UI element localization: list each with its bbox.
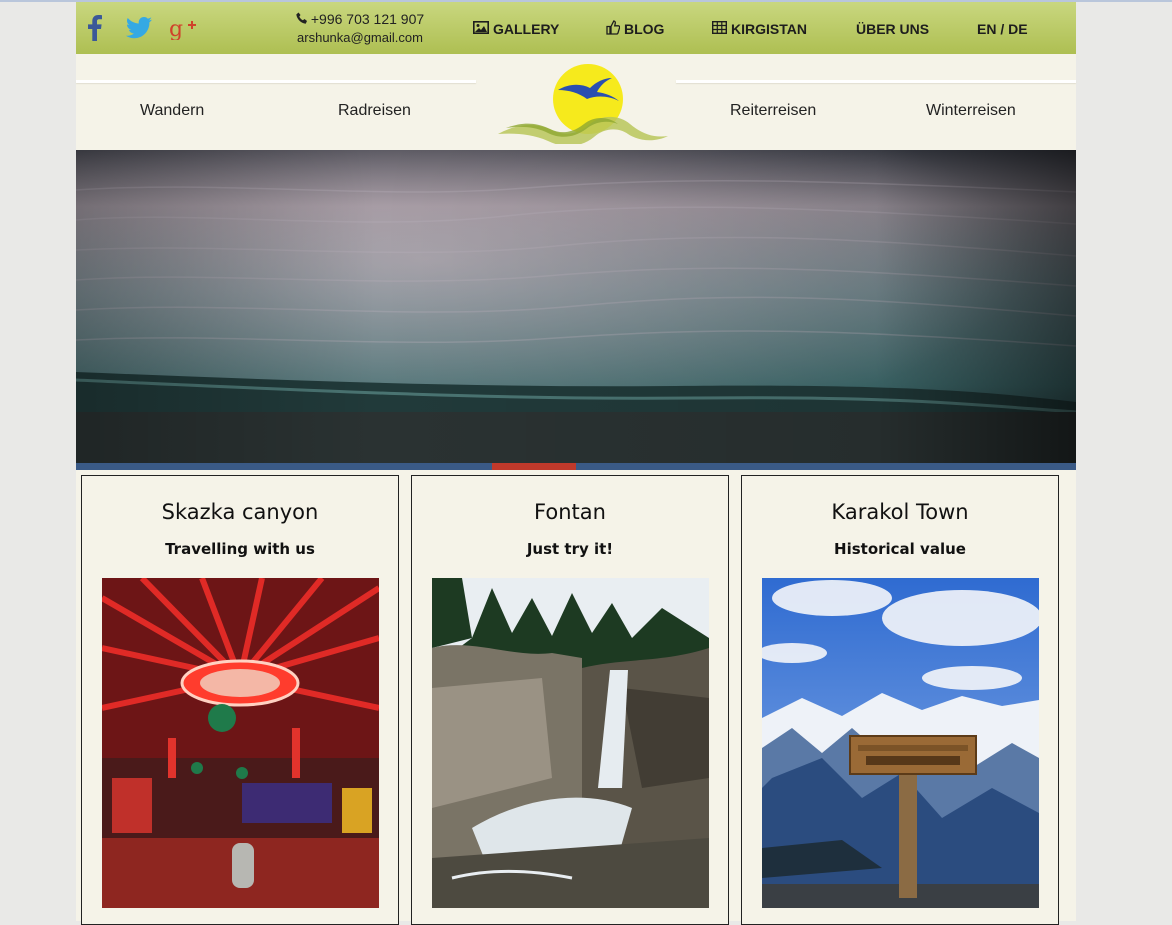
menu-wandern[interactable]: Wandern [140,102,204,124]
nav-gallery[interactable]: GALLERY [473,19,559,39]
menu-radreisen[interactable]: Radreisen [338,102,411,124]
menu-reiterreisen[interactable]: Reiterreisen [730,102,816,124]
phone-icon [296,11,308,29]
nav-gallery-label: GALLERY [493,21,560,37]
email-address: arshunka@gmail.com [297,30,423,45]
yurt-interior-photo[interactable] [102,578,379,908]
facebook-icon[interactable] [84,14,106,42]
card-skazka-canyon[interactable]: Skazka canyon Travelling with us [81,475,399,925]
card-title: Fontan [534,500,606,524]
phone-number: +996 703 121 907 [310,11,425,27]
slider-progress-bar [76,463,1076,470]
card-subtitle: Just try it! [526,540,614,558]
nav-blog[interactable]: BLOG [606,19,664,39]
nav-kirgistan-label: KIRGISTAN [731,21,807,37]
card-title: Karakol Town [831,500,969,524]
card-karakol-town[interactable]: Karakol Town Historical value [741,475,1059,925]
top-bar: g +996 703 121 907 arshunka@gmail.com GA… [76,2,1076,54]
nav-kirgistan[interactable]: KIRGISTAN [711,19,807,39]
menu-winterreisen[interactable]: Winterreisen [926,102,1016,124]
thumbs-up-icon [606,20,621,38]
contact-info: +996 703 121 907 arshunka@gmail.com [280,10,440,47]
header-divider-right [676,80,1076,83]
twitter-icon[interactable] [124,14,154,42]
waterfall-photo[interactable] [432,578,709,908]
image-icon [473,21,489,37]
card-subtitle: Historical value [834,540,966,558]
phone-line: +996 703 121 907 [280,10,440,29]
site-logo[interactable] [496,60,668,146]
header-divider-left [76,80,476,83]
header: Wandern Radreisen Reiterreisen Winterrei… [76,54,1076,150]
page: g +996 703 121 907 arshunka@gmail.com GA… [76,2,1076,925]
google-plus-icon[interactable]: g [168,14,198,42]
language-switch[interactable]: EN / DE [977,19,1028,39]
slider-active-indicator[interactable] [492,463,576,470]
nav-blog-label: BLOG [624,21,665,37]
svg-text:g: g [169,17,183,40]
nav-uber-uns[interactable]: ÜBER UNS [856,19,929,39]
table-icon [711,20,728,37]
karakol-sign-photo[interactable] [762,578,1039,908]
hero-slider-image [76,150,1076,463]
card-fontan[interactable]: Fontan Just try it! [411,475,729,925]
card-subtitle: Travelling with us [165,540,315,558]
card-title: Skazka canyon [161,500,319,524]
